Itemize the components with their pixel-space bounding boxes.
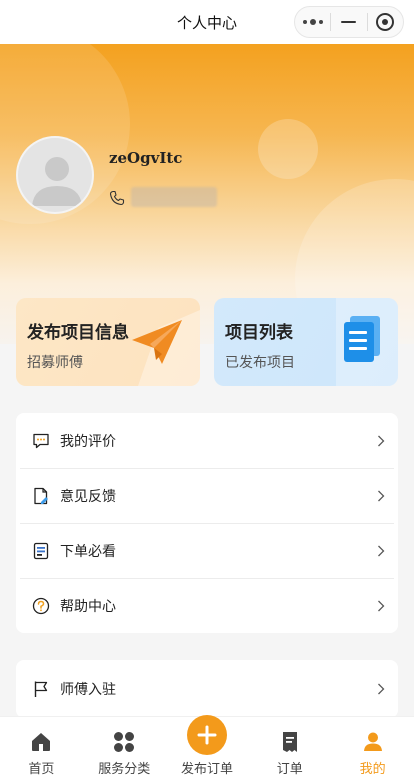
comment-icon xyxy=(33,433,49,448)
menu-item-order-notice[interactable]: 下单必看 xyxy=(16,523,398,578)
tab-publish-order[interactable]: 发布订单 xyxy=(166,715,249,780)
menu-group: 我的评价 意见反馈 下单必看 帮助中心 xyxy=(16,413,398,633)
category-icon xyxy=(114,732,135,752)
menu-item-feedback[interactable]: 意见反馈 xyxy=(16,468,398,523)
documents-icon xyxy=(336,298,398,386)
user-icon xyxy=(363,732,382,751)
order-icon xyxy=(282,732,297,752)
menu-item-label: 我的评价 xyxy=(60,432,116,449)
minimize-button[interactable] xyxy=(331,7,366,37)
tab-label: 发布订单 xyxy=(180,761,233,776)
target-icon xyxy=(376,13,395,31)
tab-orders[interactable]: 订单 xyxy=(248,717,331,780)
card-title: 项目列表 xyxy=(225,323,293,342)
minus-icon xyxy=(341,20,357,24)
chevron-right-icon xyxy=(378,600,385,611)
tab-categories[interactable]: 服务分类 xyxy=(83,717,166,780)
username: zeOgvItc xyxy=(109,149,183,167)
menu-item-label: 下单必看 xyxy=(60,542,116,559)
tab-label: 服务分类 xyxy=(98,761,151,776)
close-miniprogram-button[interactable] xyxy=(368,7,403,37)
tab-label: 首页 xyxy=(28,761,55,776)
publish-project-card[interactable]: 发布项目信息 招募师傅 xyxy=(16,298,200,386)
menu-item-label: 意见反馈 xyxy=(60,487,116,504)
decor-circle xyxy=(258,119,318,179)
help-icon xyxy=(32,597,50,614)
card-title: 发布项目信息 xyxy=(27,323,129,342)
menu-item-master-join[interactable]: 师傅入驻 xyxy=(16,660,398,718)
menu-item-help-center[interactable]: 帮助中心 xyxy=(16,578,398,633)
bottom-tab-bar: 首页 服务分类 发布订单 订单 我的 xyxy=(0,715,414,780)
flag-icon xyxy=(34,681,48,697)
tab-mine[interactable]: 我的 xyxy=(331,717,414,780)
project-list-card[interactable]: 项目列表 已发布项目 xyxy=(214,298,398,386)
menu-group: 师傅入驻 xyxy=(16,660,398,718)
chevron-right-icon xyxy=(378,490,385,501)
page-title: 个人中心 xyxy=(176,14,237,32)
card-subtitle: 已发布项目 xyxy=(225,354,295,370)
home-icon xyxy=(32,733,51,751)
masked-phone-number xyxy=(131,187,217,207)
mini-program-capsule xyxy=(294,6,404,38)
chevron-right-icon xyxy=(378,435,385,446)
tab-label: 订单 xyxy=(276,761,303,776)
card-subtitle: 招募师傅 xyxy=(27,354,83,370)
more-dots-icon xyxy=(302,19,323,25)
feedback-icon xyxy=(34,487,48,504)
more-button[interactable] xyxy=(295,7,330,37)
menu-item-label: 师傅入驻 xyxy=(60,681,116,697)
avatar[interactable] xyxy=(16,136,94,214)
tab-label: 我的 xyxy=(359,761,386,776)
top-nav-bar: 个人中心 xyxy=(0,0,414,44)
plus-icon xyxy=(186,715,227,755)
chevron-right-icon xyxy=(378,683,385,695)
phone-icon xyxy=(109,190,125,206)
chevron-right-icon xyxy=(378,545,385,556)
notice-icon xyxy=(33,542,49,559)
menu-item-my-reviews[interactable]: 我的评价 xyxy=(16,413,398,468)
tab-home[interactable]: 首页 xyxy=(0,717,83,780)
menu-item-label: 帮助中心 xyxy=(60,597,116,614)
paper-plane-icon xyxy=(132,310,200,386)
